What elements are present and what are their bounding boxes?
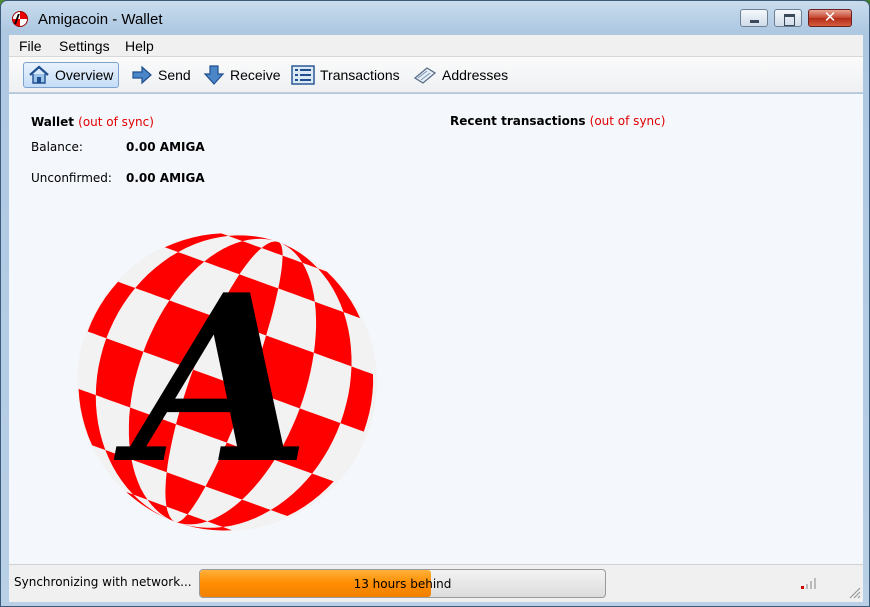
arrow-right-icon [132,65,152,85]
amiga-ball-logo: A [77,233,377,531]
app-logo-icon [12,11,28,27]
connections-icon[interactable] [801,576,819,590]
tab-addresses[interactable]: Addresses [409,62,512,88]
sync-status-text: Synchronizing with network... [14,575,192,589]
close-button[interactable]: ✕ [808,8,852,27]
title-bar[interactable]: Amigacoin - Wallet ✕ [1,1,869,34]
list-icon [291,65,315,85]
unconfirmed-value: 0.00 AMIGA [126,171,205,185]
home-icon [29,65,49,84]
app-window: Amigacoin - Wallet ✕ File Settings Help … [0,0,870,607]
status-bar: Synchronizing with network... 13 hours b… [9,564,863,602]
tab-overview-label: Overview [55,67,114,83]
overview-page: Wallet (out of sync) Balance: 0.00 AMIGA… [9,94,863,564]
arrow-down-icon [203,65,225,85]
tab-transactions[interactable]: Transactions [287,62,404,88]
wallet-heading-row: Wallet (out of sync) [31,115,154,130]
wallet-heading: Wallet [31,115,75,129]
resize-grip-icon[interactable] [847,585,861,599]
minimize-button[interactable] [740,9,768,27]
tab-send[interactable]: Send [127,62,195,88]
menu-bar: File Settings Help [9,35,863,57]
tab-receive-label: Receive [230,67,281,83]
recent-transactions-heading-row: Recent transactions (out of sync) [450,114,665,129]
close-icon: ✕ [823,8,837,26]
recent-sync-status: (out of sync) [589,114,666,128]
tab-addresses-label: Addresses [442,67,509,83]
logo-letter: A [114,245,310,515]
address-book-icon [413,67,437,84]
menu-settings[interactable]: Settings [59,38,110,54]
tab-receive[interactable]: Receive [199,62,285,88]
sync-progress-bar: 13 hours behind [199,569,606,598]
toolbar: Overview Send Receive Transactions Addre… [9,57,863,93]
balance-label: Balance: [31,140,83,154]
recent-transactions-heading: Recent transactions [450,114,586,128]
window-title: Amigacoin - Wallet [38,11,163,28]
wallet-sync-status: (out of sync) [78,115,154,129]
tab-transactions-label: Transactions [320,67,400,83]
maximize-button[interactable] [774,9,802,27]
menu-help[interactable]: Help [125,38,154,54]
tab-overview[interactable]: Overview [23,62,119,88]
tab-send-label: Send [158,67,191,83]
unconfirmed-label: Unconfirmed: [31,171,112,185]
sync-progress-text: 13 hours behind [353,577,452,591]
balance-value: 0.00 AMIGA [126,140,205,154]
menu-file[interactable]: File [19,38,42,54]
